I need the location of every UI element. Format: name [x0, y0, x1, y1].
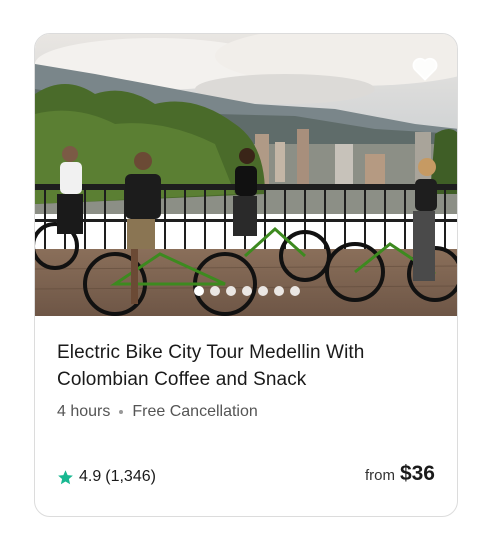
carousel-dot[interactable]	[226, 286, 236, 296]
price-amount: $36	[399, 462, 435, 485]
card-footer: 4.9 (1,346) from $36	[57, 462, 435, 486]
rating-value: 4.9	[79, 468, 102, 485]
card-content: Electric Bike City Tour Medellin With Co…	[57, 316, 435, 516]
activity-title[interactable]: Electric Bike City Tour Medellin With Co…	[57, 339, 435, 393]
activity-meta: 4 hours Free Cancellation	[57, 403, 435, 421]
wishlist-button[interactable]	[403, 46, 447, 90]
price: from $36	[365, 462, 435, 486]
carousel-dot[interactable]	[242, 286, 252, 296]
cancellation-text: Free Cancellation	[132, 403, 258, 420]
bike-tour-image	[35, 34, 457, 316]
activity-photo[interactable]	[35, 34, 457, 316]
activity-card[interactable]: Electric Bike City Tour Medellin With Co…	[34, 33, 458, 517]
carousel-dot[interactable]	[258, 286, 268, 296]
star-icon	[57, 469, 74, 486]
review-count: (1,346)	[105, 468, 156, 485]
duration-text: 4 hours	[57, 403, 111, 420]
price-prefix: from	[364, 467, 395, 484]
carousel-indicator	[35, 286, 457, 296]
carousel-dot[interactable]	[210, 286, 220, 296]
heart-icon	[412, 57, 438, 81]
rating: 4.9 (1,346)	[57, 468, 156, 486]
carousel-dot[interactable]	[274, 286, 284, 296]
carousel-dot[interactable]	[290, 286, 300, 296]
carousel-dot[interactable]	[194, 286, 204, 296]
meta-separator	[119, 410, 124, 414]
